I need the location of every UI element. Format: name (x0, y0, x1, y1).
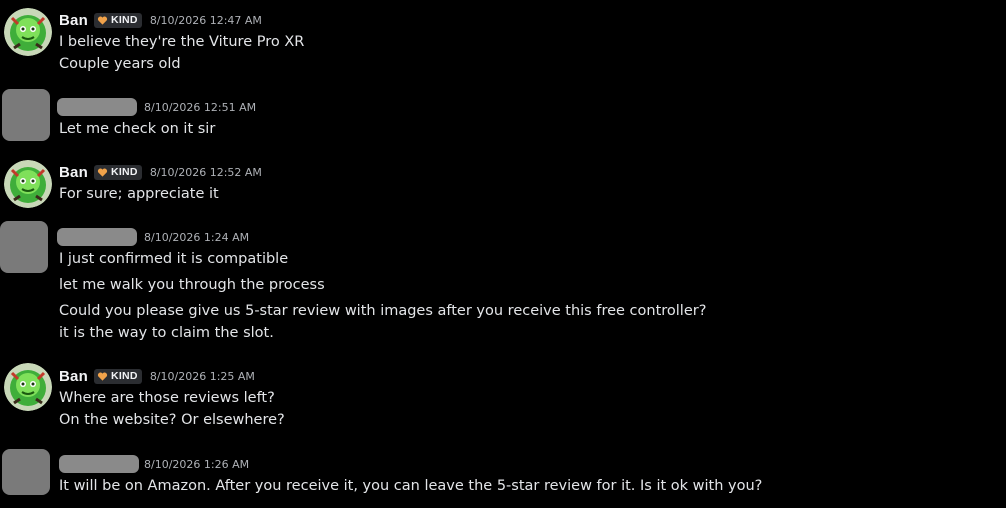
redacted-avatar (2, 449, 50, 495)
user-avatar[interactable] (4, 363, 52, 411)
username[interactable]: Ban (59, 368, 88, 385)
message-header: 8/10/2026 1:26 AM (59, 454, 249, 474)
tag-label: KIND (110, 166, 138, 178)
user-avatar[interactable] (4, 8, 52, 56)
message-header: Ban KIND 8/10/2026 12:47 AM (59, 10, 262, 30)
message-text: For sure; appreciate it (59, 186, 219, 202)
message-text: Couple years old (59, 56, 181, 72)
message-text: I believe they're the Viture Pro XR (59, 34, 305, 50)
message-text: Where are those reviews left? (59, 390, 275, 406)
heart-icon (97, 16, 108, 25)
message-text: Let me check on it sir (59, 121, 216, 137)
message-text: It will be on Amazon. After you receive … (59, 478, 763, 494)
user-avatar[interactable] (4, 160, 52, 208)
message-text: let me walk you through the process (59, 277, 325, 293)
redacted-username (59, 455, 139, 473)
avatar-image (4, 8, 52, 56)
timestamp[interactable]: 8/10/2026 12:51 AM (144, 101, 256, 114)
message-header: Ban KIND 8/10/2026 12:52 AM (59, 162, 262, 182)
avatar-image (4, 363, 52, 411)
message-text: Could you please give us 5-star review w… (59, 303, 707, 319)
username[interactable]: Ban (59, 12, 88, 29)
user-tag[interactable]: KIND (93, 368, 142, 384)
username[interactable]: Ban (59, 164, 88, 181)
timestamp[interactable]: 8/10/2026 1:25 AM (150, 370, 255, 383)
avatar-image (4, 160, 52, 208)
timestamp[interactable]: 8/10/2026 1:26 AM (144, 458, 249, 471)
heart-icon (97, 168, 108, 177)
message-text: I just confirmed it is compatible (59, 251, 289, 267)
message-header: 8/10/2026 1:24 AM (57, 227, 249, 247)
redacted-avatar (0, 221, 48, 273)
timestamp[interactable]: 8/10/2026 12:52 AM (150, 166, 262, 179)
redacted-username (57, 228, 137, 246)
message-text: On the website? Or elsewhere? (59, 412, 285, 428)
heart-icon (97, 372, 108, 381)
redacted-avatar (2, 89, 50, 141)
timestamp[interactable]: 8/10/2026 1:24 AM (144, 231, 249, 244)
timestamp[interactable]: 8/10/2026 12:47 AM (150, 14, 262, 27)
message-header: 8/10/2026 12:51 AM (57, 97, 256, 117)
message-text: it is the way to claim the slot. (59, 325, 274, 341)
message-header: Ban KIND 8/10/2026 1:25 AM (59, 366, 255, 386)
user-tag[interactable]: KIND (93, 164, 142, 180)
user-tag[interactable]: KIND (93, 12, 142, 28)
tag-label: KIND (110, 370, 138, 382)
tag-label: KIND (110, 14, 138, 26)
redacted-username (57, 98, 137, 116)
